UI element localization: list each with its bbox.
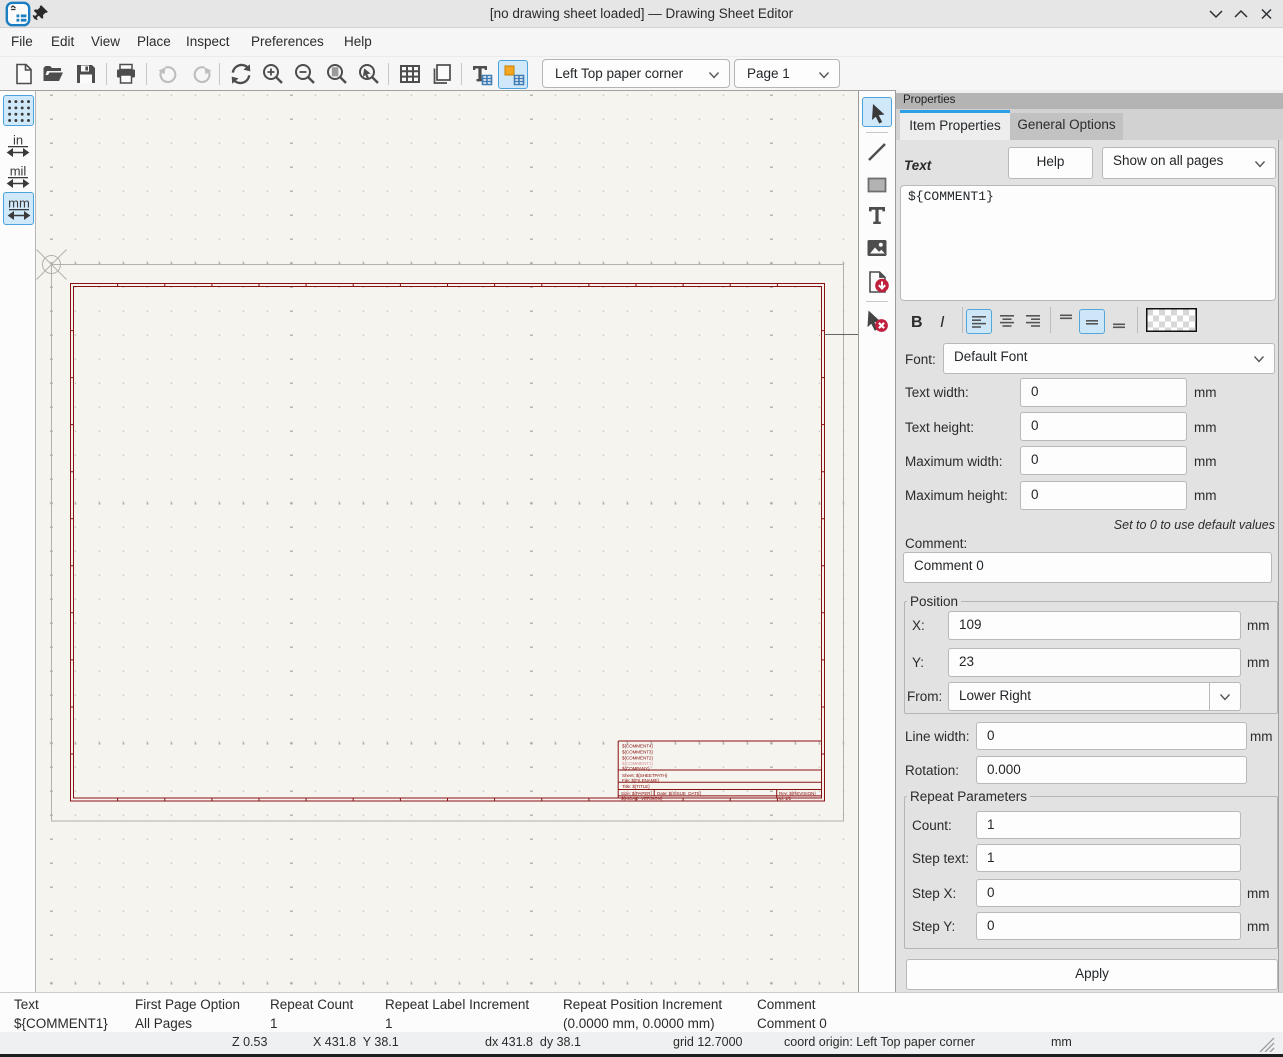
svg-text:Id: 1/1: Id: 1/1 <box>779 796 792 801</box>
svg-text:Date: ${ISSUE_DATE}: Date: ${ISSUE_DATE} <box>657 791 702 796</box>
svg-text:${COMMENT3}: ${COMMENT3} <box>622 750 653 755</box>
svg-text:mm: mm <box>8 196 30 211</box>
svg-text:${COMMENT2}: ${COMMENT2} <box>622 755 653 760</box>
svg-text:${COMMENT4}: ${COMMENT4} <box>622 744 653 749</box>
svg-text:${COMPANY}: ${COMPANY} <box>622 766 650 771</box>
svg-text:Size: ${PAPER}: Size: ${PAPER} <box>621 791 653 796</box>
svg-text:File: ${FILENAME}: File: ${FILENAME} <box>622 778 659 783</box>
svg-text:mil: mil <box>10 164 27 179</box>
svg-text:in: in <box>13 133 23 148</box>
svg-text:Rev: ${REVISION}: Rev: ${REVISION} <box>779 791 816 796</box>
svg-text:Title: ${TITLE}: Title: ${TITLE} <box>622 784 650 789</box>
svg-text:${KICAD_VERSION}: ${KICAD_VERSION} <box>621 796 663 801</box>
